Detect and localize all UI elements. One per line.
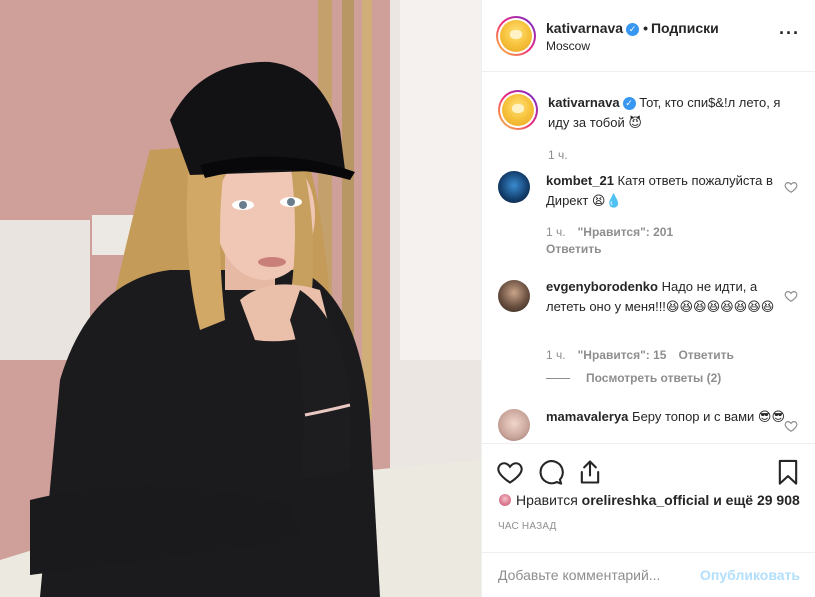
liker-username[interactable]: orelireshka_official — [582, 492, 710, 508]
follow-status-button[interactable]: Подписки — [651, 20, 719, 36]
bookmark-icon[interactable] — [774, 458, 802, 486]
author-avatar[interactable] — [496, 16, 536, 56]
comment-input[interactable]: Добавьте комментарий... — [498, 567, 660, 583]
caption-text-block: kativarnava ✓ Тот, кто спи$&!л лето, я ид… — [548, 93, 788, 133]
post-details-panel: kativarnava ✓ • Подписки Moscow ··· kativar… — [481, 0, 815, 597]
verified-badge-icon: ✓ — [622, 97, 636, 110]
comment-meta: 1 ч. "Нравится": 15 Ответить — [546, 348, 734, 362]
comment-text-block: evgenyborodenko Надо не идти, а лететь о… — [546, 277, 786, 317]
view-replies-button[interactable]: Посмотреть ответы (2) — [546, 371, 721, 385]
replies-divider — [546, 378, 570, 380]
comment-like-heart-icon[interactable] — [784, 419, 798, 433]
verified-badge-icon: ✓ — [626, 23, 640, 36]
header-separator: • — [643, 20, 648, 36]
likes-prefix: Нравится — [516, 492, 578, 508]
comment-username[interactable]: kombet_21 — [546, 173, 614, 188]
comment-item: mamavalerya Беру топор и с вами 😎😎 — [498, 407, 798, 443]
comment-likes[interactable]: "Нравится": 201 — [578, 225, 674, 239]
comment-text-block: kombet_21 Катя ответь пожалуйста в Дирек… — [546, 171, 786, 211]
comment-avatar[interactable] — [498, 409, 530, 441]
post-photo-illustration — [0, 0, 481, 597]
publish-button[interactable]: Опубликовать — [700, 567, 800, 583]
likes-summary: Нравится orelireshka_official и ещё 29 9… — [498, 492, 800, 508]
post-time[interactable]: ЧАС НАЗАД — [498, 521, 557, 532]
comment-icon[interactable] — [536, 458, 564, 486]
post-photo[interactable] — [0, 0, 481, 597]
post-location[interactable]: Moscow — [546, 39, 590, 53]
comments-list[interactable]: kativarnava ✓ Тот, кто спи$&!л лето, я ид… — [482, 73, 815, 443]
caption-avatar[interactable] — [498, 90, 538, 130]
more-horizontal-icon[interactable]: ··· — [779, 24, 800, 42]
liker-avatar — [498, 493, 512, 507]
comment-reply-button[interactable]: Ответить — [678, 348, 733, 362]
likes-count[interactable]: и ещё 29 908 — [713, 492, 800, 508]
share-icon[interactable] — [576, 458, 604, 486]
comment-time[interactable]: 1 ч. — [546, 348, 566, 362]
comment-avatar[interactable] — [498, 171, 530, 203]
comment-meta: 1 ч. "Нравится": 201 — [546, 225, 673, 239]
comment-text: Беру топор и с вами 😎😎 — [632, 409, 786, 424]
comment-likes[interactable]: "Нравится": 15 — [578, 348, 667, 362]
comment-item: evgenyborodenko Надо не идти, а лететь о… — [498, 277, 798, 397]
comment-item: kombet_21 Катя ответь пожалуйста в Дирек… — [498, 168, 798, 258]
caption-username[interactable]: kativarnava — [548, 95, 620, 110]
comment-username[interactable]: mamavalerya — [546, 409, 628, 424]
author-username[interactable]: kativarnava — [546, 20, 623, 36]
comment-reply-button[interactable]: Ответить — [546, 242, 601, 256]
comment-text-block: mamavalerya Беру топор и с вами 😎😎 — [546, 407, 786, 427]
caption-time[interactable]: 1 ч. — [548, 148, 568, 162]
caption: kativarnava ✓ Тот, кто спи$&!л лето, я ид… — [498, 90, 798, 170]
post-header: kativarnava ✓ • Подписки Moscow ··· — [482, 0, 815, 72]
header-line: kativarnava ✓ • Подписки — [546, 20, 719, 36]
comment-avatar[interactable] — [498, 280, 530, 312]
view-replies-label: Посмотреть ответы (2) — [586, 371, 722, 385]
add-comment-bar: Добавьте комментарий... Опубликовать — [482, 552, 815, 597]
comment-username[interactable]: evgenyborodenko — [546, 279, 658, 294]
comment-like-heart-icon[interactable] — [784, 180, 798, 194]
comment-time[interactable]: 1 ч. — [546, 225, 566, 239]
heart-icon[interactable] — [496, 458, 524, 486]
comment-like-heart-icon[interactable] — [784, 289, 798, 303]
